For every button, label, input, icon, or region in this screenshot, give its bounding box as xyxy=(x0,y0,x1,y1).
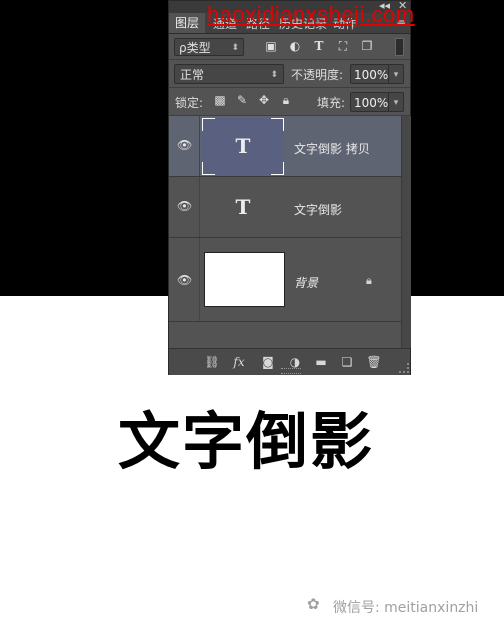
layer-filter-label: ρ类型 xyxy=(179,41,211,55)
layers-list: 👁︎ T 文字倒影 拷贝 👁︎ T 文字倒影 👁︎ 背景 🔒︎ xyxy=(169,116,401,348)
type-filter-icon[interactable]: T xyxy=(312,39,326,53)
blend-row: 正常 ⬍ 不透明度: 100% ▾ xyxy=(169,60,410,87)
selection-corner xyxy=(271,118,284,131)
fill-label: 填充: xyxy=(317,96,346,110)
fill-input[interactable]: 100% ▾ xyxy=(350,92,404,112)
layer-thumbnail[interactable]: T xyxy=(202,179,284,236)
folder-icon[interactable]: ▬ xyxy=(313,354,329,370)
chevron-updown-icon: ⬍ xyxy=(270,70,278,80)
wechat-label: 微信号: meitianxinzhi xyxy=(333,600,479,616)
blend-mode-select[interactable]: 正常 ⬍ xyxy=(174,64,284,84)
chevron-updown-icon: ⬍ xyxy=(231,43,239,53)
selection-corner xyxy=(202,162,215,175)
wechat-icon: ✿ xyxy=(307,595,320,613)
blend-mode-value: 正常 xyxy=(180,68,205,82)
link-icon[interactable]: ⛓ xyxy=(204,354,220,370)
layer-thumbnail[interactable]: T xyxy=(202,118,284,175)
lock-transparency-icon[interactable]: ▩ xyxy=(213,93,227,107)
layers-panel: ◂◂ ✕ 图层 通道 路径 历史记录 动作 ≡ ρ类型 ⬍ ▣ ◐ T ⛶ ❐ … xyxy=(168,0,411,375)
adjustment-filter-icon[interactable]: ◐ xyxy=(288,39,302,53)
layer-row-background[interactable]: 👁︎ 背景 🔒︎ xyxy=(169,238,401,322)
opacity-input[interactable]: 100% ▾ xyxy=(350,64,404,84)
fx-icon[interactable]: fx xyxy=(231,354,247,370)
layer-name[interactable]: 文字倒影 xyxy=(294,201,342,218)
lock-all-icon[interactable]: 🔒︎ xyxy=(279,93,293,107)
resize-grip[interactable] xyxy=(281,368,301,374)
mask-icon[interactable]: ◙ xyxy=(260,354,276,370)
fill-value: 100% xyxy=(354,96,389,110)
layer-name[interactable]: 文字倒影 拷贝 xyxy=(294,140,370,157)
lock-label: 锁定: xyxy=(175,96,204,110)
new-layer-icon[interactable]: ❏ xyxy=(339,354,355,370)
resize-corner[interactable] xyxy=(399,363,409,373)
layer-name[interactable]: 背景 xyxy=(294,274,318,291)
selection-corner xyxy=(202,118,215,131)
lock-pixels-icon[interactable]: ✎ xyxy=(235,93,249,107)
filter-toggle-switch[interactable] xyxy=(395,38,404,56)
layer-thumbnail[interactable] xyxy=(204,252,285,307)
lock-position-icon[interactable]: ✥ xyxy=(257,93,271,107)
image-filter-icon[interactable]: ▣ xyxy=(264,39,278,53)
opacity-label: 不透明度: xyxy=(291,68,344,82)
eye-icon[interactable]: 👁︎ xyxy=(177,274,192,286)
layer-row-text-copy[interactable]: 👁︎ T 文字倒影 拷贝 xyxy=(169,116,401,177)
layer-filter-select[interactable]: ρ类型 ⬍ xyxy=(174,38,244,56)
text-layer-glyph: T xyxy=(235,195,251,219)
canvas-text: 文字倒影 xyxy=(118,405,375,478)
chevron-down-icon[interactable]: ▾ xyxy=(388,65,403,83)
filter-row: ρ类型 ⬍ ▣ ◐ T ⛶ ❐ xyxy=(169,34,410,59)
text-layer-glyph: T xyxy=(235,134,251,158)
eye-icon[interactable]: 👁︎ xyxy=(177,200,192,212)
lock-row: 锁定: ▩ ✎ ✥ 🔒︎ 填充: 100% ▾ xyxy=(169,88,410,115)
opacity-value: 100% xyxy=(354,68,389,82)
layer-row-text[interactable]: 👁︎ T 文字倒影 xyxy=(169,177,401,238)
selection-corner xyxy=(271,162,284,175)
watermark-url: haoxidianxsheji.com xyxy=(207,2,415,27)
smart-object-filter-icon[interactable]: ❐ xyxy=(360,39,374,53)
lock-icon: 🔒︎ xyxy=(366,274,372,287)
layers-scrollbar[interactable] xyxy=(401,116,411,348)
chevron-down-icon[interactable]: ▾ xyxy=(388,93,403,111)
trash-icon[interactable]: 🗑︎ xyxy=(366,354,382,370)
eye-icon[interactable]: 👁︎ xyxy=(177,139,192,151)
shape-filter-icon[interactable]: ⛶ xyxy=(336,39,350,53)
tab-layers[interactable]: 图层 xyxy=(169,13,206,33)
